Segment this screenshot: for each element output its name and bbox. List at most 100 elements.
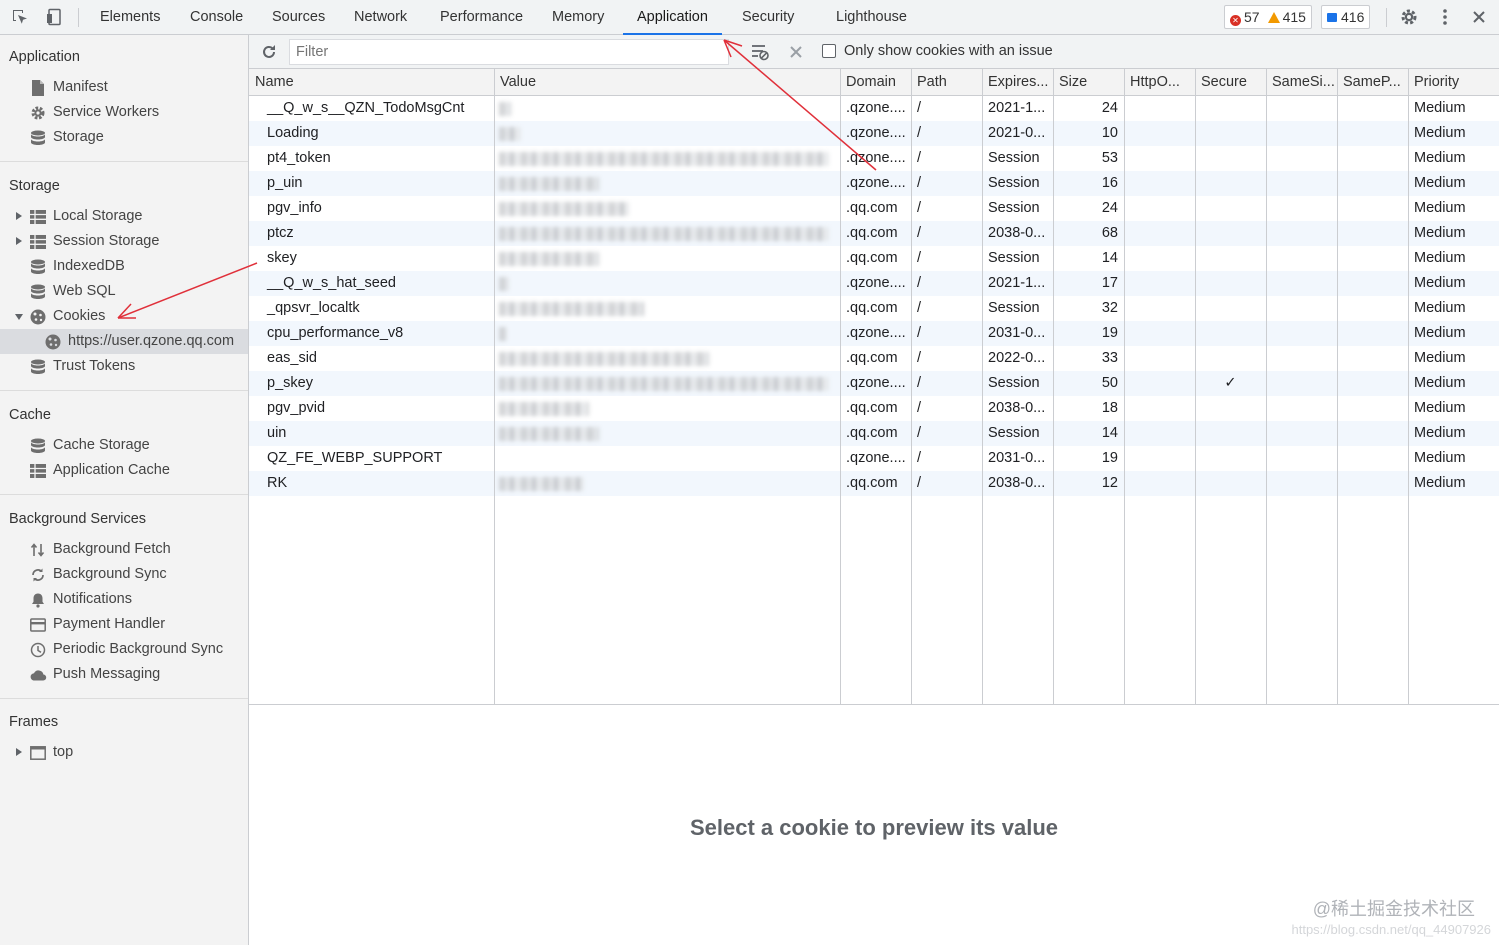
sidebar-item-local-storage[interactable]: Local Storage [29,204,142,229]
refresh-icon[interactable] [258,41,280,63]
table-row[interactable]: QZ_FE_WEBP_SUPPORT .qzone.... / 2031-0... 19… [249,446,1499,471]
column-header-domain[interactable]: Domain [840,69,911,96]
expand-arrow-icon[interactable] [16,212,22,220]
device-toolbar-icon[interactable] [43,6,65,28]
table-row[interactable]: _qpsvr_localtk .qq.com / Session 32 Medium [249,296,1499,321]
sidebar-item-cookies[interactable]: Cookies [29,304,105,329]
close-icon[interactable] [1468,6,1490,28]
cell-path: / [917,150,922,166]
sidebar-item-notifications[interactable]: Notifications [29,587,132,612]
tab-application[interactable]: Application [623,0,722,35]
column-divider[interactable] [1195,69,1196,704]
sidebar-item-push-messaging[interactable]: Push Messaging [29,662,160,687]
column-divider[interactable] [494,69,495,704]
tab-lighthouse[interactable]: Lighthouse [836,0,907,35]
sidebar-item-label: https://user.qzone.qq.com [68,333,235,349]
column-divider[interactable] [1124,69,1125,704]
table-row[interactable]: pgv_info .qq.com / Session 24 Medium [249,196,1499,221]
inspect-element-icon[interactable] [9,6,31,28]
expand-arrow-icon[interactable] [16,237,22,245]
table-row[interactable]: skey .qq.com / Session 14 Medium [249,246,1499,271]
column-header-priority[interactable]: Priority [1408,69,1499,96]
tab-performance[interactable]: Performance [440,0,523,35]
gear-icon[interactable] [1398,6,1420,28]
sidebar-item-application-cache[interactable]: Application Cache [29,458,170,483]
preview-empty-message: Select a cookie to preview its value [689,815,1059,840]
table-row[interactable]: pgv_pvid .qq.com / 2038-0... 18 Medium [249,396,1499,421]
table-row[interactable]: Loading .qzone.... / 2021-0... 10 Medium [249,121,1499,146]
sidebar-item-session-storage[interactable]: Session Storage [29,229,159,254]
column-divider[interactable] [1408,69,1409,704]
tab-network[interactable]: Network [354,0,407,35]
cell-name: pgv_pvid [267,400,326,416]
tab-elements[interactable]: Elements [100,0,160,35]
table-row[interactable]: RK .qq.com / 2038-0... 12 Medium [249,471,1499,496]
column-header-expires[interactable]: Expires... [982,69,1053,96]
table-row[interactable]: p_skey .qzone.... / Session 50 ✓ Medium [249,371,1499,396]
expand-arrow-icon[interactable] [16,748,22,756]
sidebar-item-frame-top[interactable]: top [29,740,73,765]
sidebar-item-manifest[interactable]: Manifest [29,75,108,100]
error-warning-counter[interactable]: ✕ 57 415 [1224,5,1312,29]
sidebar-item-trust-tokens[interactable]: Trust Tokens [29,354,135,379]
tab-memory[interactable]: Memory [552,0,604,35]
column-divider[interactable] [1337,69,1338,704]
column-header-httponly[interactable]: HttpO... [1124,69,1195,96]
only-issues-checkbox[interactable] [822,44,836,58]
cell-expires: Session [988,175,1040,191]
sidebar-item-storage[interactable]: Storage [29,125,104,150]
table-row[interactable]: __Q_w_s__QZN_TodoMsgCnt .qzone.... / 2021-1… [249,96,1499,121]
column-header-sameparty[interactable]: SameP... [1337,69,1408,96]
table-row[interactable]: __Q_w_s_hat_seed .qzone.... / 2021-1... 17 Me… [249,271,1499,296]
column-header-samesite[interactable]: SameSi... [1266,69,1337,96]
cell-size: 14 [1101,250,1118,266]
column-header-secure[interactable]: Secure [1195,69,1266,96]
column-header-size[interactable]: Size [1053,69,1124,96]
table-row[interactable]: pt4_token .qzone.... / Session 53 Medium [249,146,1499,171]
sidebar-item-indexeddb[interactable]: IndexedDB [29,254,125,279]
delete-selected-icon[interactable] [785,41,807,63]
sidebar-item-cookie-domain[interactable]: https://user.qzone.qq.com [0,329,248,354]
cookie-preview-pane: Select a cookie to preview its value @稀土… [249,705,1499,945]
sidebar-item-cache-storage[interactable]: Cache Storage [29,433,150,458]
column-header-path[interactable]: Path [911,69,982,96]
cell-domain: .qq.com [846,475,898,491]
more-options-icon[interactable] [1434,6,1456,28]
frame-icon [29,744,47,762]
column-divider[interactable] [840,69,841,704]
tab-console[interactable]: Console [190,0,243,35]
tab-sources[interactable]: Sources [272,0,325,35]
column-header-name[interactable]: Name [249,69,494,96]
collapse-arrow-icon[interactable] [15,314,23,320]
table-row[interactable]: p_uin .qzone.... / Session 16 Medium [249,171,1499,196]
column-divider[interactable] [1266,69,1267,704]
sidebar-item-service-workers[interactable]: Service Workers [29,100,159,125]
section-divider [0,390,248,391]
column-divider[interactable] [911,69,912,704]
sidebar-item-periodic-background-sync[interactable]: Periodic Background Sync [29,637,223,662]
sidebar-item-payment-handler[interactable]: Payment Handler [29,612,165,637]
cell-value-redacted [499,177,599,191]
table-row[interactable]: cpu_performance_v8 .qzone.... / 2031-0... 19… [249,321,1499,346]
sidebar-item-background-sync[interactable]: Background Sync [29,562,167,587]
clear-all-cookies-icon[interactable] [749,41,771,63]
section-title-cache: Cache [9,407,51,423]
table-row[interactable]: uin .qq.com / Session 14 Medium [249,421,1499,446]
cell-domain: .qzone.... [846,375,906,391]
watermark-url: https://blog.csdn.net/qq_44907926 [1291,922,1492,937]
table-row[interactable]: eas_sid .qq.com / 2022-0... 33 Medium [249,346,1499,371]
cell-secure [1195,271,1266,296]
cell-secure [1195,246,1266,271]
message-counter[interactable]: 416 [1321,5,1371,29]
cell-value-redacted [499,127,521,141]
sidebar-item-background-fetch[interactable]: Background Fetch [29,537,171,562]
filter-input[interactable] [289,39,729,65]
column-divider[interactable] [1053,69,1054,704]
cell-size: 12 [1101,475,1118,491]
cell-name: __Q_w_s_hat_seed [267,275,396,291]
table-row[interactable]: ptcz .qq.com / 2038-0... 68 Medium [249,221,1499,246]
column-divider[interactable] [982,69,983,704]
column-header-value[interactable]: Value [494,69,840,96]
sidebar-item-web-sql[interactable]: Web SQL [29,279,116,304]
tab-security[interactable]: Security [742,0,794,35]
